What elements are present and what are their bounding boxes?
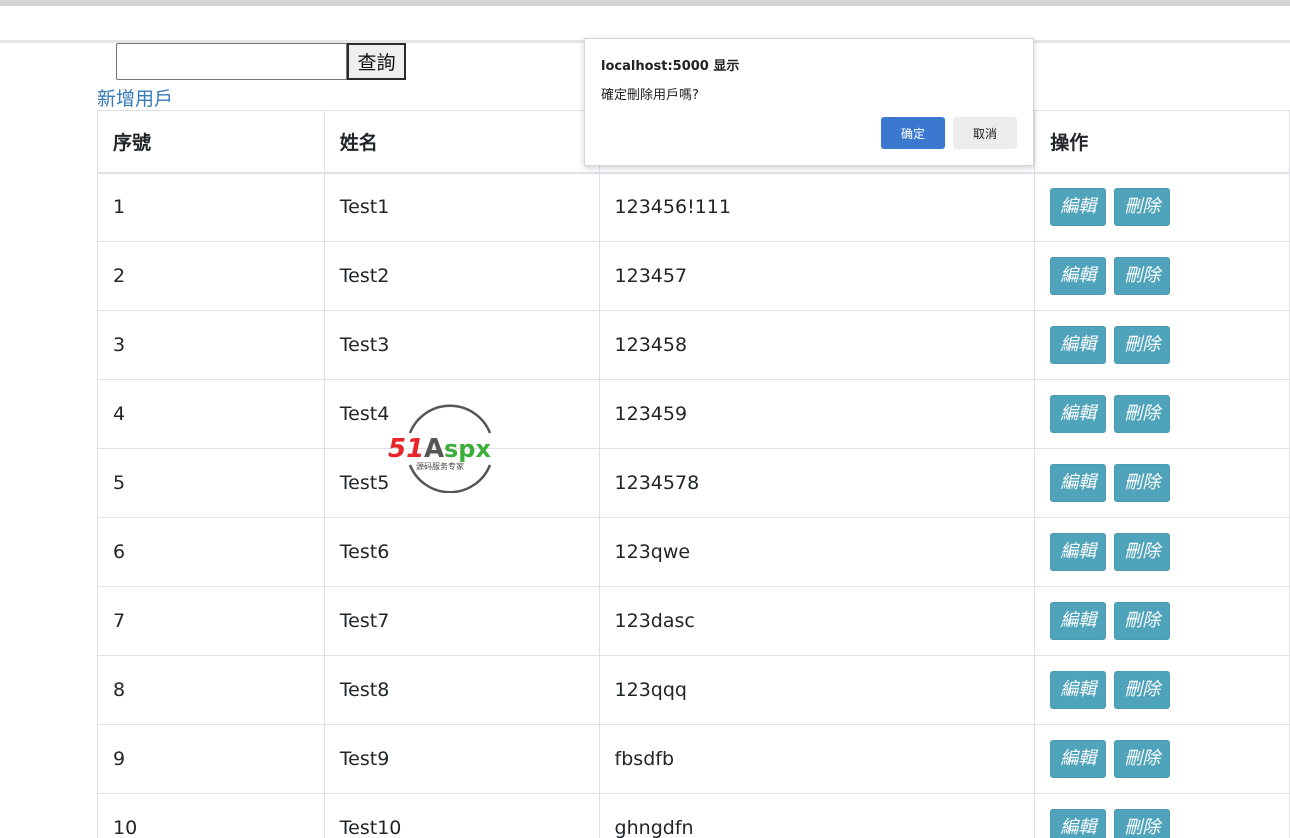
cell-actions: 編輯 刪除 [1034,241,1290,311]
watermark-logo-red: 51 [388,434,424,464]
edit-button[interactable]: 編輯 [1050,395,1107,433]
cell-index: 9 [97,724,325,794]
table-row: 8 Test8 123qqq 編輯 刪除 [97,655,1290,725]
cell-name: Test8 [323,655,600,725]
delete-button[interactable]: 刪除 [1114,464,1171,502]
cell-password: 123459 [598,379,1036,449]
cell-name: Test10 [323,793,600,838]
table-row: 9 Test9 fbsdfb 編輯 刪除 [97,724,1290,794]
cell-index: 8 [97,655,325,725]
cell-actions: 編輯 刪除 [1034,655,1290,725]
cell-actions: 編輯 刪除 [1034,172,1290,242]
cell-actions: 編輯 刪除 [1034,586,1290,656]
edit-button[interactable]: 編輯 [1050,326,1107,364]
table-row: 4 Test4 123459 編輯 刪除 [97,379,1290,449]
cell-actions: 編輯 刪除 [1034,448,1290,518]
cell-index: 4 [97,379,325,449]
table-row: 2 Test2 123457 編輯 刪除 [97,241,1290,311]
dialog-message: 確定刪除用戶嗎? [601,88,699,103]
cell-name: Test1 [323,172,600,242]
cell-name: Test9 [323,724,600,794]
user-table: 序號 姓名 操作 1 Test1 123456!111 編輯 刪除 2 Test… [97,110,1290,838]
cell-actions: 編輯 刪除 [1034,793,1290,838]
watermark-logo-dark: A [424,434,444,464]
cell-index: 6 [97,517,325,587]
header-name: 姓名 [323,110,600,174]
search-button[interactable]: 查詢 [347,43,406,80]
cell-name: Test2 [323,241,600,311]
cell-actions: 編輯 刪除 [1034,724,1290,794]
watermark-logo: 51 A spx 源码服务专家 [388,404,492,493]
cell-index: 2 [97,241,325,311]
cell-password: 123qqq [598,655,1036,725]
cell-index: 10 [97,793,325,838]
cell-index: 7 [97,586,325,656]
header-actions: 操作 [1034,110,1290,174]
cell-password: 123456!111 [598,172,1036,242]
table-row: 5 Test5 1234578 編輯 刪除 [97,448,1290,518]
cell-actions: 編輯 刪除 [1034,517,1290,587]
edit-button[interactable]: 編輯 [1050,602,1107,640]
cell-password: 1234578 [598,448,1036,518]
edit-button[interactable]: 編輯 [1050,533,1107,571]
table-row: 7 Test7 123dasc 編輯 刪除 [97,586,1290,656]
delete-button[interactable]: 刪除 [1114,395,1171,433]
cell-name: Test6 [323,517,600,587]
top-strip [0,6,1290,40]
table-row: 6 Test6 123qwe 編輯 刪除 [97,517,1290,587]
cell-password: 123458 [598,310,1036,380]
cell-actions: 編輯 刪除 [1034,379,1290,449]
edit-button[interactable]: 編輯 [1050,188,1107,227]
delete-button[interactable]: 刪除 [1114,809,1171,838]
delete-button[interactable]: 刪除 [1114,740,1171,778]
cell-index: 1 [97,172,325,242]
edit-button[interactable]: 編輯 [1050,671,1107,709]
cell-name: Test7 [323,586,600,656]
cell-password: ghngdfn [598,793,1036,838]
cell-password: fbsdfb [598,724,1036,794]
table-row: 3 Test3 123458 編輯 刪除 [97,310,1290,380]
watermark-tagline: 源码服务专家 [416,461,464,471]
dialog-cancel-button[interactable]: 取消 [953,117,1017,149]
edit-button[interactable]: 編輯 [1050,809,1107,838]
add-user-link[interactable]: 新增用戶 [97,84,173,111]
header-index: 序號 [97,110,325,174]
delete-button[interactable]: 刪除 [1114,602,1171,640]
dialog-title: localhost:5000 显示 [601,59,740,74]
delete-button[interactable]: 刪除 [1114,188,1171,227]
cell-password: 123457 [598,241,1036,311]
dialog-ok-button[interactable]: 确定 [881,117,945,149]
delete-button[interactable]: 刪除 [1114,671,1171,709]
cell-password: 123qwe [598,517,1036,587]
edit-button[interactable]: 編輯 [1050,740,1107,778]
watermark-ring-top [408,404,492,434]
cell-name: Test3 [323,310,600,380]
cell-index: 5 [97,448,325,518]
edit-button[interactable]: 編輯 [1050,464,1107,502]
confirm-dialog: localhost:5000 显示 確定刪除用戶嗎? 确定 取消 [584,38,1034,166]
delete-button[interactable]: 刪除 [1114,533,1171,571]
watermark-logo-green: spx [444,435,491,463]
search-bar: 查詢 [116,43,406,80]
cell-password: 123dasc [598,586,1036,656]
cell-actions: 編輯 刪除 [1034,310,1290,380]
cell-index: 3 [97,310,325,380]
delete-button[interactable]: 刪除 [1114,257,1171,295]
delete-button[interactable]: 刪除 [1114,326,1171,364]
table-row: 1 Test1 123456!111 編輯 刪除 [97,172,1290,242]
edit-button[interactable]: 編輯 [1050,257,1107,295]
table-row: 10 Test10 ghngdfn 編輯 刪除 [97,793,1290,838]
search-input[interactable] [116,43,347,80]
